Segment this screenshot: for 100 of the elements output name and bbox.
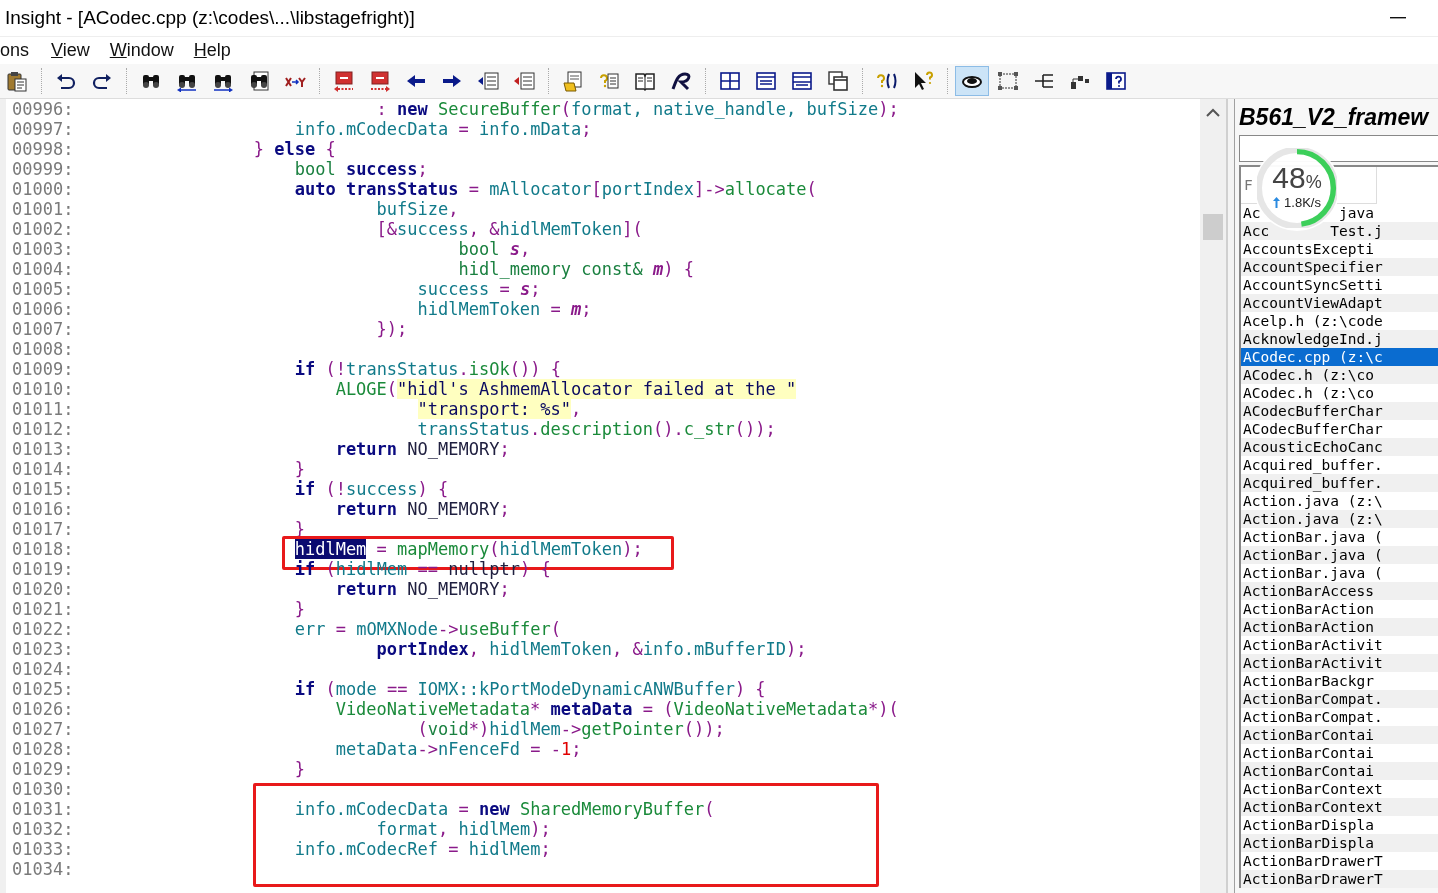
code-line: } [293, 759, 305, 779]
code-line: info.mCodecData = info.mData; [293, 119, 592, 139]
file-name: ActionBarActivit [1242, 636, 1383, 654]
file-list-row[interactable]: Acc Test.j [1241, 222, 1438, 240]
file-list-row[interactable]: ACodecBufferChar [1241, 402, 1438, 420]
line-number: 00996: [11, 99, 75, 119]
file-list-row[interactable]: ActionBarCompat. [1241, 708, 1438, 726]
file-list-row[interactable]: AcknowledgeInd.j [1241, 330, 1438, 348]
file-list-row[interactable]: ActionBarDispla [1241, 834, 1438, 852]
file-list-row[interactable]: Acquired_buffer. [1241, 474, 1438, 492]
line-number: 01009: [11, 359, 75, 379]
line-number: 01026: [11, 699, 75, 719]
file-name: ActionBarAction [1242, 618, 1374, 636]
line-number: 01024: [11, 659, 75, 679]
book-icon [634, 70, 656, 92]
hand-document-icon [562, 70, 584, 92]
file-list-row[interactable]: AccountViewAdapt [1241, 294, 1438, 312]
line-number: 01020: [11, 579, 75, 599]
line-number: 01019: [11, 559, 75, 579]
file-list-row[interactable]: Acelp.h (z:\code [1241, 312, 1438, 330]
menu-item[interactable]: Help [193, 40, 231, 61]
file-name: AccountSpecifier [1242, 258, 1383, 276]
code-line: return NO_MEMORY; [334, 579, 510, 599]
file-name: Action.java (z:\ [1242, 510, 1383, 528]
code-line: transStatus.description().c_str()); [416, 419, 776, 439]
menu-item[interactable]: View [51, 40, 90, 61]
file-list-row[interactable]: AccountSpecifier [1241, 258, 1438, 276]
toolbar-button[interactable] [955, 66, 989, 96]
file-name: Acquired_buffer. [1242, 474, 1383, 492]
scrollbar-thumb[interactable] [1203, 214, 1223, 240]
code-line: : new SecureBuffer(format, native_handle, bufSize); [375, 99, 899, 119]
file-list-row[interactable]: ActionBar.java ( [1241, 528, 1438, 546]
file-list-row[interactable]: ActionBarDrawerT [1241, 870, 1438, 888]
file-name: AccountSyncSetti [1242, 276, 1383, 294]
file-list-row[interactable]: AccountsExcepti [1241, 240, 1438, 258]
code-line: info.mCodecRef = hidlMem; [293, 839, 551, 859]
line-number: 01017: [11, 519, 75, 539]
line-number: 01007: [11, 319, 75, 339]
file-list-row[interactable]: ActionBarContext [1241, 798, 1438, 816]
file-list-row[interactable]: ActionBar.java ( [1241, 564, 1438, 582]
minimize-icon[interactable] [1390, 16, 1406, 20]
file-list-row[interactable]: ACodecBufferChar [1241, 420, 1438, 438]
file-name-fragment: Test.j [1330, 222, 1383, 240]
file-name: ActionBarContai [1242, 744, 1374, 762]
file-list-row[interactable]: ActionBarAction [1241, 600, 1438, 618]
line-number: 01023: [11, 639, 75, 659]
file-list-row[interactable]: ActionBarDrawerT [1241, 852, 1438, 870]
line-number: 01025: [11, 679, 75, 699]
file-list-row[interactable]: ActionBarContai [1241, 762, 1438, 780]
line-number: 01021: [11, 599, 75, 619]
file-list-row[interactable]: ActionBar.java ( [1241, 546, 1438, 564]
file-list-row[interactable]: ACodec.h (z:\co [1241, 384, 1438, 402]
file-list-row[interactable]: AccountSyncSetti [1241, 276, 1438, 294]
file-list-row[interactable]: ACodec.cpp (z:\c [1241, 348, 1438, 366]
grid-window-icon [719, 70, 741, 92]
code-line: hidl_memory const& m) { [457, 259, 694, 279]
line-number: 01032: [11, 819, 75, 839]
code-line: } [293, 459, 305, 479]
file-list-row[interactable]: ActionBarAccess [1241, 582, 1438, 600]
line-number: 01013: [11, 439, 75, 459]
file-name: ActionBarContai [1242, 726, 1374, 744]
file-list-row[interactable]: ACodec.h (z:\co [1241, 366, 1438, 384]
file-list-row[interactable]: ActionBarDispla [1241, 816, 1438, 834]
line-number: 01006: [11, 299, 75, 319]
line-number: 01005: [11, 279, 75, 299]
menu-item[interactable]: Window [109, 40, 174, 61]
code-line: auto transStatus = mAllocator[portIndex]->allocate( [293, 179, 817, 199]
scrollbar[interactable] [1200, 99, 1226, 893]
line-number: 01016: [11, 499, 75, 519]
line-number: 00999: [11, 159, 75, 179]
file-name: AcousticEchoCanc [1242, 438, 1383, 456]
line-number: 01012: [11, 419, 75, 439]
file-list-row[interactable]: Action.java (z:\ [1241, 492, 1438, 510]
file-list-row[interactable]: ActionBarBackgr [1241, 672, 1438, 690]
file-list-row[interactable]: ActionBarContai [1241, 726, 1438, 744]
file-list-row[interactable]: ActionBarContai [1241, 744, 1438, 762]
file-list-row[interactable]: Acquired_buffer. [1241, 456, 1438, 474]
menu-item[interactable]: ons [0, 40, 30, 61]
lines-window-icon [755, 70, 777, 92]
code-line: VideoNativeMetadata* metaData = (VideoNativeMetadata*)( [334, 699, 899, 719]
file-list-row[interactable]: AcousticEchoCanc [1241, 438, 1438, 456]
bookmark-left-icon [333, 70, 355, 92]
line-number: 01015: [11, 479, 75, 499]
line-number: 01011: [11, 399, 75, 419]
file-list-row[interactable]: ActionBarAction [1241, 618, 1438, 636]
file-list-row[interactable]: ActionBarActivit [1241, 654, 1438, 672]
file-list-row[interactable]: ActionBarContext [1241, 780, 1438, 798]
line-number: 01003: [11, 239, 75, 259]
file-list-row[interactable]: ActionBarActivit [1241, 636, 1438, 654]
file-name: ACodecBufferChar [1242, 420, 1383, 438]
code-line: return NO_MEMORY; [334, 499, 510, 519]
code-line: } [293, 599, 305, 619]
code-line: if (!success) { [293, 479, 449, 499]
line-number: 01030: [11, 779, 75, 799]
scroll-up-icon[interactable] [1206, 108, 1220, 117]
file-list-row[interactable]: ActionBarCompat. [1241, 690, 1438, 708]
code-line: bool success; [293, 159, 428, 179]
file-name: ActionBarAccess [1242, 582, 1374, 600]
file-name: ActionBar.java ( [1242, 564, 1383, 582]
file-list-row[interactable]: Action.java (z:\ [1241, 510, 1438, 528]
